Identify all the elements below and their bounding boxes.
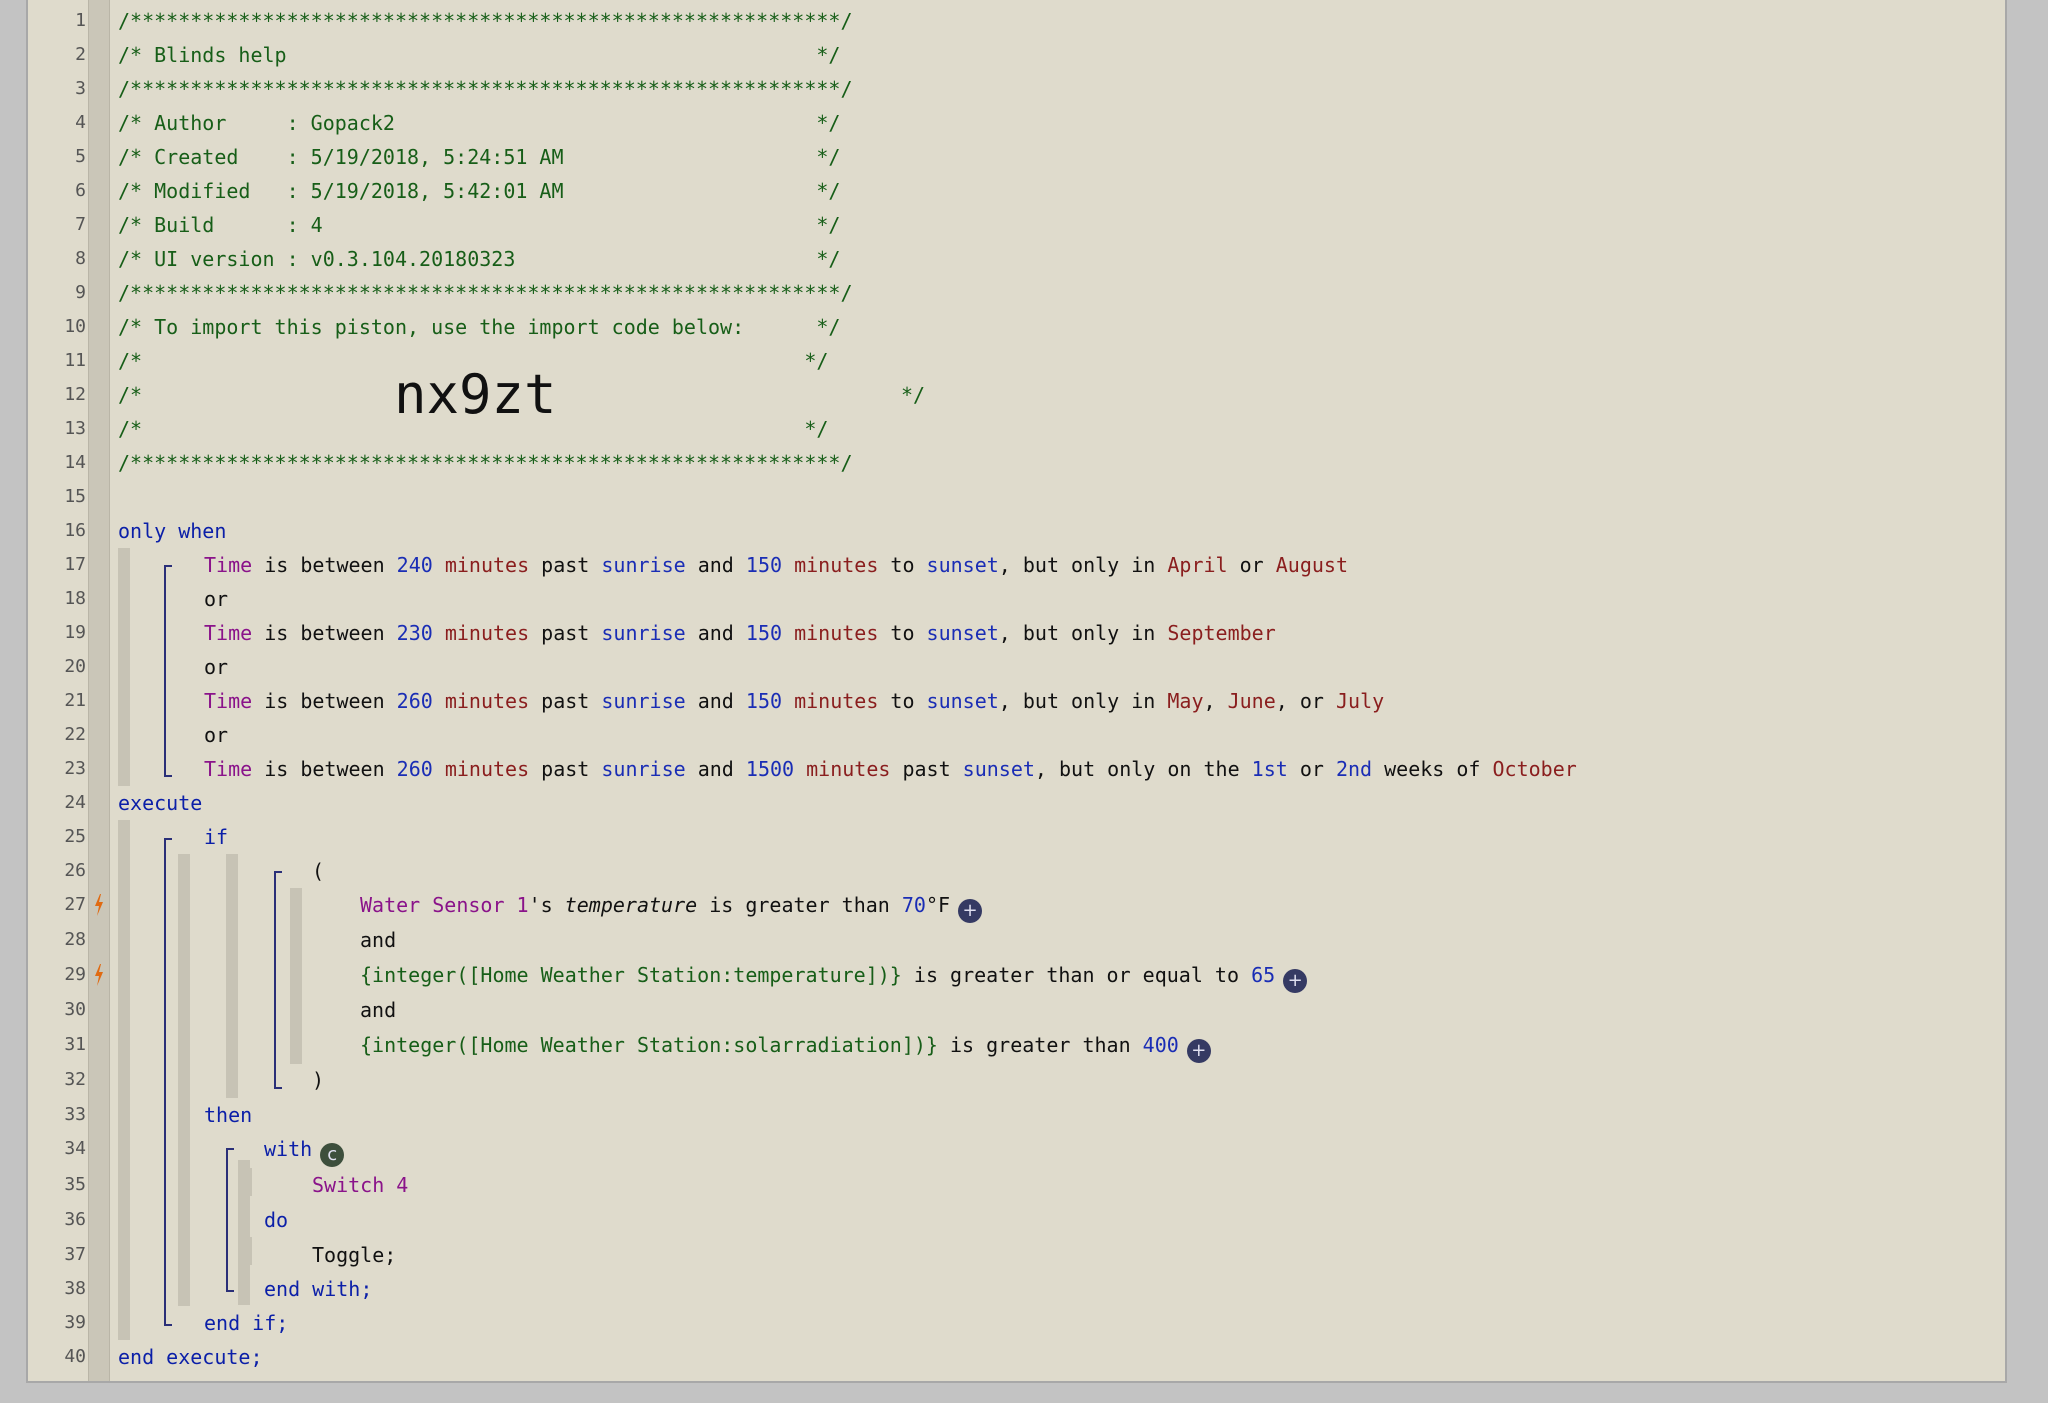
condition-line[interactable]: Time is between 230 minutes past sunrise… xyxy=(204,616,1276,650)
line-number: 10 xyxy=(64,316,86,337)
line-number: 35 xyxy=(64,1174,86,1195)
add-condition-icon[interactable]: + xyxy=(1283,969,1308,993)
line-number: 12 xyxy=(64,384,86,405)
line-number: 7 xyxy=(75,214,86,235)
line-number: 4 xyxy=(75,112,86,133)
code-line-9: /***************************************… xyxy=(118,281,853,305)
line-number: 28 xyxy=(64,929,86,950)
line-number: 37 xyxy=(64,1244,86,1265)
with-statement[interactable]: with c xyxy=(264,1132,345,1167)
line-number: 19 xyxy=(64,622,86,643)
only-when-keyword[interactable]: only when xyxy=(118,514,226,548)
line-number: 25 xyxy=(64,826,86,847)
line-number: 24 xyxy=(64,792,86,813)
or-operator[interactable]: or xyxy=(204,650,228,684)
add-condition-icon[interactable]: + xyxy=(1186,1039,1211,1063)
end-execute-keyword[interactable]: end execute; xyxy=(118,1340,263,1374)
line-number: 22 xyxy=(64,724,86,745)
line-number: 2 xyxy=(75,44,86,65)
and-operator[interactable]: and xyxy=(360,993,396,1027)
lightning-bolt-icon xyxy=(95,964,103,986)
or-operator[interactable]: or xyxy=(204,582,228,616)
line-number: 39 xyxy=(64,1312,86,1333)
code-line-7: /* Build : 4 */ xyxy=(118,213,841,237)
line-number: 40 xyxy=(64,1346,86,1367)
piston-code-editor: 1 /**************************************… xyxy=(26,0,2007,1383)
end-with-keyword[interactable]: end with; xyxy=(264,1272,372,1306)
end-if-keyword[interactable]: end if; xyxy=(204,1306,288,1340)
line-number: 38 xyxy=(64,1278,86,1299)
or-operator[interactable]: or xyxy=(204,718,228,752)
line-number: 31 xyxy=(64,1034,86,1055)
line-number: 33 xyxy=(64,1104,86,1125)
code-line-4: /* Author : Gopack2 */ xyxy=(118,111,841,135)
line-number: 18 xyxy=(64,588,86,609)
line-number: 20 xyxy=(64,656,86,677)
line-number: 14 xyxy=(64,452,86,473)
line-number: 29 xyxy=(64,964,86,985)
condition-water-sensor[interactable]: Water Sensor 1's temperature is greater … xyxy=(360,888,983,923)
execute-keyword[interactable]: execute xyxy=(118,786,202,820)
line-number: 27 xyxy=(64,894,86,915)
line-number: 1 xyxy=(75,10,86,31)
line-number: 3 xyxy=(75,78,86,99)
condition-weather-temperature[interactable]: {integer([Home Weather Station:temperatu… xyxy=(360,958,1308,993)
code-line-8: /* UI version : v0.3.104.20180323 */ xyxy=(118,247,841,271)
code-line-1: /***************************************… xyxy=(118,9,853,33)
line-number: 30 xyxy=(64,999,86,1020)
code-line-14: /***************************************… xyxy=(118,451,853,475)
line-number: 23 xyxy=(64,758,86,779)
open-paren[interactable]: ( xyxy=(312,854,324,888)
line-number: 9 xyxy=(75,282,86,303)
if-keyword[interactable]: if xyxy=(204,820,228,854)
code-line-3: /***************************************… xyxy=(118,77,853,101)
line-number: 11 xyxy=(64,350,86,371)
line-number: 17 xyxy=(64,554,86,575)
and-operator[interactable]: and xyxy=(360,923,396,957)
lightning-bolt-icon xyxy=(95,894,103,916)
line-number: 6 xyxy=(75,180,86,201)
condition-line[interactable]: Time is between 260 minutes past sunrise… xyxy=(204,752,1577,786)
c-badge-icon[interactable]: c xyxy=(320,1143,345,1167)
line-number: 16 xyxy=(64,520,86,541)
toggle-command[interactable]: Toggle; xyxy=(312,1238,396,1272)
line-number: 34 xyxy=(64,1138,86,1159)
code-line-2: /* Blinds help */ xyxy=(118,43,841,67)
code-line-13: /* */ xyxy=(118,417,829,441)
condition-line[interactable]: Time is between 260 minutes past sunrise… xyxy=(204,684,1384,718)
import-code[interactable]: nx9zt xyxy=(394,368,557,422)
line-number: 5 xyxy=(75,146,86,167)
then-keyword[interactable]: then xyxy=(204,1098,252,1132)
line-number: 15 xyxy=(64,486,86,507)
code-line-10: /* To import this piston, use the import… xyxy=(118,315,841,339)
condition-line[interactable]: Time is between 240 minutes past sunrise… xyxy=(204,548,1348,582)
do-keyword[interactable]: do xyxy=(264,1203,288,1237)
line-number: 32 xyxy=(64,1069,86,1090)
add-condition-icon[interactable]: + xyxy=(958,899,983,923)
close-paren[interactable]: ) xyxy=(312,1063,324,1097)
code-line-12-close: */ xyxy=(901,383,926,407)
code-line-6: /* Modified : 5/19/2018, 5:42:01 AM */ xyxy=(118,179,841,203)
code-line-5: /* Created : 5/19/2018, 5:24:51 AM */ xyxy=(118,145,841,169)
line-number: 8 xyxy=(75,248,86,269)
line-number: 13 xyxy=(64,418,86,439)
line-number: 36 xyxy=(64,1209,86,1230)
line-number: 26 xyxy=(64,860,86,881)
device-switch-4[interactable]: Switch 4 xyxy=(312,1168,408,1202)
line-number: 21 xyxy=(64,690,86,711)
code-line-12-open: /* xyxy=(118,383,143,407)
condition-weather-solar[interactable]: {integer([Home Weather Station:solarradi… xyxy=(360,1028,1211,1063)
